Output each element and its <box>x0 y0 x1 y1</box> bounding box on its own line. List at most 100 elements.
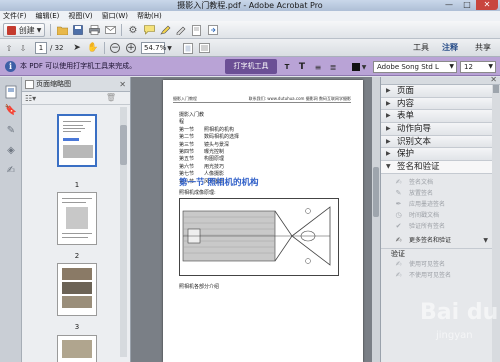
triangle-right-icon: ▶ <box>386 125 391 133</box>
panel-section-protection[interactable]: ▶ 保护 <box>381 148 500 162</box>
scrollbar-thumb[interactable] <box>120 125 127 165</box>
menu-help[interactable]: 帮助(H) <box>137 11 162 21</box>
toc-title: 数码相机的选择 <box>204 134 240 141</box>
main-toolbar: 创建 ▼ ⚙ <box>0 21 500 39</box>
menu-window[interactable]: 窗口(W) <box>102 11 128 21</box>
settings-button[interactable]: ⚙ <box>126 23 140 37</box>
page-thumbnail[interactable] <box>57 114 97 167</box>
tab-tools[interactable]: 工具 <box>413 41 429 55</box>
font-select[interactable]: Adobe Song Std L ▼ <box>373 61 457 73</box>
hand-tool-button[interactable]: ✋ <box>86 41 100 55</box>
read-mode-icon <box>198 43 210 53</box>
close-pane-icon[interactable]: ✕ <box>490 75 497 84</box>
close-panel-icon[interactable]: ✕ <box>119 77 126 92</box>
panel-section-pages[interactable]: ▶ 页面 <box>381 85 500 98</box>
gear-icon: ⚙ <box>128 24 138 36</box>
previous-page-button[interactable]: ⇧ <box>3 41 15 55</box>
section-label: 页面 <box>397 86 415 96</box>
panel-section-action-wizard[interactable]: ▶ 动作向导 <box>381 123 500 136</box>
page-number-input[interactable]: 1 <box>35 42 47 54</box>
maximize-button[interactable]: □ <box>458 0 476 10</box>
highlight-button[interactable] <box>158 23 172 37</box>
tool-place-signature[interactable]: ✎ 放置签名 <box>381 188 500 199</box>
line-spacing-down-button[interactable]: ≡ <box>312 60 324 74</box>
page-thumbnail[interactable] <box>57 263 97 316</box>
toc-title: 构图原理 <box>204 156 225 163</box>
tool-validate-signatures[interactable]: ✔ 验证所有签名 <box>381 221 500 232</box>
toc-row: 第二节 数码相机的选择 <box>179 134 239 141</box>
notification-message: 本 PDF 可以使用打字机工具来完成。 <box>20 62 137 70</box>
share-button[interactable] <box>190 23 204 37</box>
toc-chapter: 第五节 <box>179 156 195 163</box>
signatures-nav-button[interactable]: ✍ <box>4 165 18 179</box>
text-increase-icon: T <box>298 62 306 72</box>
bookmarks-nav-button[interactable]: 🔖 <box>4 105 18 119</box>
page-thumbnail[interactable] <box>57 335 97 362</box>
menu-file[interactable]: 文件(F) <box>3 11 27 21</box>
panel-section-recognize-text[interactable]: ▶ 识别文本 <box>381 135 500 149</box>
tab-share[interactable]: 共享 <box>475 41 491 55</box>
line-spacing-up-button[interactable]: ≣ <box>327 60 339 74</box>
scrollbar-thumb[interactable] <box>493 85 499 93</box>
info-icon: i <box>5 61 16 72</box>
minus-circle-icon: − <box>110 43 120 53</box>
fit-page-button[interactable] <box>181 41 195 55</box>
options-menu-icon[interactable]: ☷▾ <box>25 94 36 103</box>
font-select-value: Adobe Song Std L <box>377 63 439 71</box>
page-thumbnails-nav-button[interactable] <box>4 85 18 99</box>
scrollbar-thumb[interactable] <box>373 167 379 217</box>
baidu-watermark-logo: Bai du <box>420 300 499 325</box>
tool-ink-signature[interactable]: ✒ 应用墨迹签名 <box>381 199 500 210</box>
thumbnails-scrollbar[interactable] <box>120 107 127 357</box>
zoom-in-button[interactable]: + <box>124 41 138 55</box>
font-size-value: 12 <box>464 63 473 71</box>
chevron-down-icon: ▼ <box>167 44 172 52</box>
print-button[interactable] <box>87 23 101 37</box>
menu-view[interactable]: 视图(V) <box>68 11 92 21</box>
tool-certify-invisible[interactable]: ✍ 不使用可见签名 <box>381 270 500 281</box>
panel-section-forms[interactable]: ▶ 表单 <box>381 110 500 124</box>
validate-icon: ✔ <box>395 221 402 230</box>
customize-button[interactable] <box>206 23 220 37</box>
tool-certify-visible[interactable]: ✍ 使用可见签名 <box>381 259 500 270</box>
thumb-image <box>62 340 92 358</box>
typewriter-label: 打字机工具 <box>233 62 269 70</box>
tool-timestamp[interactable]: ◷ 时间戳文档 <box>381 210 500 221</box>
section-label: 识别文本 <box>397 136 432 147</box>
save-button[interactable] <box>71 23 85 37</box>
close-button[interactable]: ✕ <box>476 0 498 10</box>
menu-bar: 文件(F) 编辑(E) 视图(V) 窗口(W) 帮助(H) <box>0 11 500 21</box>
text-size-down-button[interactable]: T <box>281 60 293 74</box>
fit-page-icon <box>183 42 193 54</box>
next-page-button[interactable]: ⇩ <box>17 41 29 55</box>
minimize-button[interactable]: — <box>440 0 458 10</box>
zoom-level-input[interactable]: 54.7% <box>141 42 166 54</box>
tool-more-sign[interactable]: ✍ 更多签名和验证 ▼ <box>381 235 500 246</box>
toc-row: 第三节 镜头与景深 <box>179 142 239 149</box>
layers-nav-button[interactable]: ◈ <box>4 145 18 159</box>
read-mode-button[interactable] <box>197 41 211 55</box>
zoom-dropdown[interactable]: ▼ <box>165 42 174 54</box>
panel-section-sign-certify[interactable]: ▼ 签名和验证 <box>381 161 500 174</box>
attachments-nav-button[interactable]: ✎ <box>4 125 18 139</box>
font-size-select[interactable]: 12 ▼ <box>460 61 496 73</box>
zoom-out-button[interactable]: − <box>108 41 122 55</box>
email-button[interactable] <box>103 23 117 37</box>
text-size-up-button[interactable]: T <box>296 60 308 74</box>
tab-comment[interactable]: 注释 <box>442 41 458 55</box>
menu-edit[interactable]: 编辑(E) <box>36 11 60 21</box>
typewriter-tool-button[interactable]: 打字机工具 <box>225 59 277 74</box>
document-scrollbar[interactable] <box>372 77 380 362</box>
create-button[interactable]: 创建 ▼ <box>3 23 45 37</box>
trash-icon[interactable]: 🗑 <box>106 93 116 102</box>
panel-section-content[interactable]: ▶ 内容 <box>381 97 500 111</box>
sign-button[interactable] <box>174 23 188 37</box>
open-folder-button[interactable] <box>55 23 69 37</box>
select-tool-button[interactable]: ➤ <box>70 41 84 55</box>
page-thumbnail[interactable] <box>57 192 97 245</box>
comment-button[interactable] <box>142 23 156 37</box>
text-color-button[interactable]: ▼ <box>349 60 369 74</box>
thumb-text-line <box>62 202 86 203</box>
print-icon <box>88 25 100 35</box>
tool-sign-document[interactable]: ✍ 签名文档 <box>381 177 500 188</box>
